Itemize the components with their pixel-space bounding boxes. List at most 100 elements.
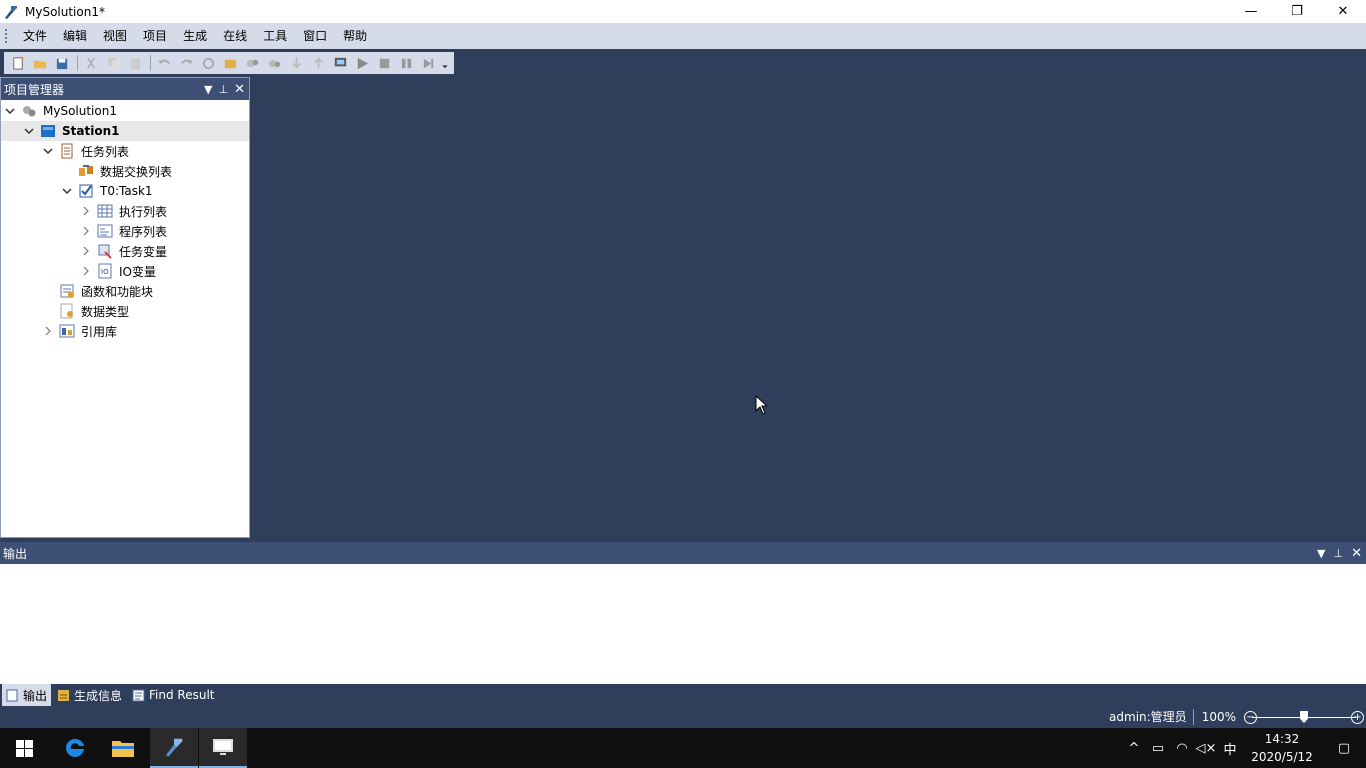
start-button[interactable] [0,728,48,768]
grid-icon [97,203,113,219]
tab-output[interactable]: 输出 [2,684,52,706]
build-all-icon[interactable] [220,54,240,72]
menu-view[interactable]: 视图 [95,23,135,49]
menu-tools[interactable]: 工具 [255,23,295,49]
project-manager-panel: 项目管理器 ▼ ⊥ ✕ MySolution1 Station1 任务列表 数据交换列… [0,77,250,538]
new-file-icon[interactable] [8,54,28,72]
menu-help[interactable]: 帮助 [335,23,375,49]
action-center-icon[interactable]: ▢ [1322,741,1366,756]
ime-indicator[interactable]: 中 [1218,739,1242,758]
tree-item[interactable]: 执行列表 [1,201,249,221]
tree-item[interactable]: 函数和功能块 [1,281,249,301]
taskbar-file-explorer[interactable] [99,728,147,768]
function-block-icon [59,283,75,299]
status-bar: admin:管理员 100% − + [0,706,1366,728]
volume-mute-icon[interactable]: ◁× [1194,741,1218,756]
tree-item[interactable]: 数据类型 [1,301,249,321]
config-icon[interactable] [242,54,262,72]
download-icon[interactable] [286,54,306,72]
close-icon[interactable]: ✕ [1351,546,1362,561]
tree-item[interactable]: MySolution1 [1,101,249,121]
taskbar-clock[interactable]: 14:32 2020/5/12 [1250,730,1314,766]
tree-item[interactable]: 引用库 [1,321,249,341]
copy-icon[interactable] [103,54,123,72]
tree-item[interactable]: 任务变量 [1,241,249,261]
pin-icon[interactable]: ⊥ [219,83,229,96]
chevron-right-icon[interactable] [41,324,55,338]
chevron-down-icon[interactable] [22,124,36,138]
menu-window[interactable]: 窗口 [295,23,335,49]
run-icon[interactable] [352,54,372,72]
tree-item[interactable]: 程序列表 [1,221,249,241]
tree-item[interactable]: 数据交换列表 [1,161,249,181]
dropdown-icon[interactable]: ▼ [1317,547,1325,560]
chevron-down-icon[interactable] [3,104,17,118]
cut-icon[interactable] [81,54,101,72]
zoom-in-button[interactable]: + [1351,711,1364,724]
redo-icon[interactable] [176,54,196,72]
network-icon[interactable]: ◠ [1170,741,1194,756]
find-result-icon [132,689,145,701]
tree-item[interactable]: 任务列表 [1,141,249,161]
menu-file[interactable]: 文件 [15,23,55,49]
pause-icon[interactable] [396,54,416,72]
menu-project[interactable]: 项目 [135,23,175,49]
chevron-right-icon[interactable] [79,244,93,258]
tree-item[interactable]: Station1 [1,121,249,141]
bottom-tab-strip: 输出 生成信息 Find Result [0,684,1366,706]
zoom-slider[interactable]: − + [1244,709,1364,725]
zoom-out-button[interactable]: − [1244,711,1257,724]
save-all-icon[interactable] [52,54,72,72]
toolbar-overflow-icon[interactable] [440,54,450,72]
battery-icon[interactable]: ▭ [1146,741,1170,756]
tab-build-info[interactable]: 生成信息 [53,684,126,706]
status-zoom: 100% [1201,710,1236,724]
tree-item-label: T0:Task1 [100,184,153,198]
tab-find-result[interactable]: Find Result [128,684,218,706]
program-icon [97,223,113,239]
tree-item[interactable]: T0:Task1 [1,181,249,201]
output-panel-body[interactable] [0,564,1366,684]
dropdown-icon[interactable]: ▼ [204,83,212,96]
chevron-right-icon[interactable] [79,204,93,218]
zoom-slider-thumb[interactable] [1300,711,1308,723]
menu-grip[interactable] [5,29,9,43]
show-hidden-icons[interactable]: ^ [1122,741,1146,756]
menu-build[interactable]: 生成 [175,23,215,49]
taskbar-ide-app[interactable] [150,728,198,768]
standard-toolbar [4,52,454,74]
tree-item-label: 数据类型 [81,304,130,319]
tab-output-label: 输出 [23,688,48,703]
monitor-icon[interactable] [330,54,350,72]
open-folder-icon[interactable] [30,54,50,72]
chevron-down-icon[interactable] [41,144,55,158]
menu-online[interactable]: 在线 [215,23,255,49]
file-explorer-icon [112,741,134,757]
taskbar-remote-app[interactable] [199,728,247,768]
chevron-down-icon[interactable] [60,184,74,198]
solution-icon [21,103,37,119]
minimize-button[interactable]: — [1228,0,1274,23]
close-icon[interactable]: ✕ [234,82,245,97]
menu-edit[interactable]: 编辑 [55,23,95,49]
pin-icon[interactable]: ⊥ [1334,547,1344,560]
document-area [251,77,1366,538]
chevron-right-icon[interactable] [79,224,93,238]
build-icon[interactable] [198,54,218,72]
upload-icon[interactable] [308,54,328,72]
datatype-icon [59,303,75,319]
close-button[interactable]: ✕ [1320,0,1366,23]
step-icon[interactable] [418,54,438,72]
tree-item[interactable]: IO IO变量 [1,261,249,281]
chevron-right-icon[interactable] [79,264,93,278]
title-bar: MySolution1* — ❐ ✕ [0,0,1366,23]
taskbar-edge[interactable] [51,728,99,768]
restore-button[interactable]: ❐ [1274,0,1320,23]
paste-icon[interactable] [125,54,145,72]
project-tree: MySolution1 Station1 任务列表 数据交换列表 T0:Task1 执行列… [1,100,249,341]
undo-icon[interactable] [154,54,174,72]
toolbar-separator [150,55,151,71]
config2-icon[interactable] [264,54,284,72]
tree-item-label: IO变量 [119,264,156,279]
stop-icon[interactable] [374,54,394,72]
